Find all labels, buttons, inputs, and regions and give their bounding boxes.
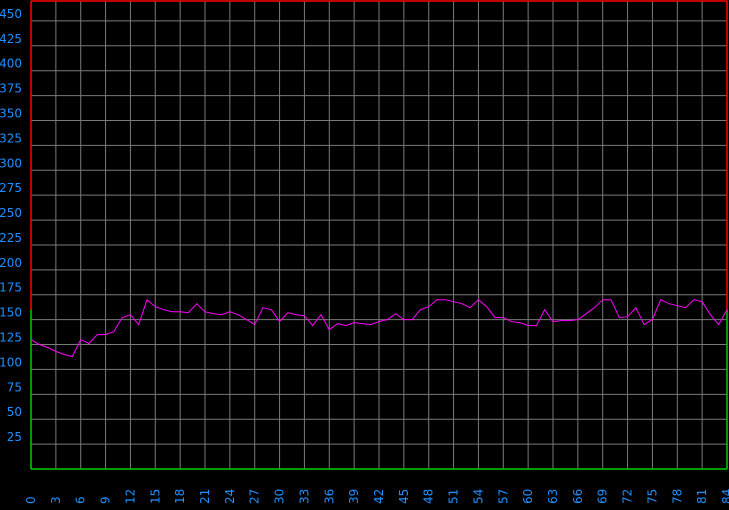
y-tick-label: 275: [0, 181, 22, 195]
x-tick-label: 84: [720, 489, 729, 504]
y-tick-label: 125: [0, 331, 22, 345]
x-tick-label: 75: [645, 489, 659, 504]
x-tick-label: 3: [49, 496, 63, 504]
x-tick-label: 78: [670, 489, 684, 504]
y-tick-label: 75: [7, 380, 22, 394]
x-tick-label: 6: [74, 496, 88, 504]
x-tick-label: 21: [198, 489, 212, 504]
x-tick-label: 69: [596, 489, 610, 504]
y-axis-ticks: 25 50 75 100 125 150 175 200 225 250 275 300 325 350 3…: [0, 7, 22, 444]
y-tick-label: 325: [0, 131, 22, 145]
x-tick-label: 39: [347, 489, 361, 504]
y-tick-label: 450: [0, 7, 22, 21]
x-tick-label: 45: [397, 489, 411, 504]
x-tick-label: 42: [372, 489, 386, 504]
x-tick-label: 27: [248, 489, 262, 504]
x-tick-label: 30: [273, 489, 287, 504]
y-tick-label: 25: [7, 430, 22, 444]
x-tick-label: 57: [496, 489, 510, 504]
y-tick-label: 425: [0, 32, 22, 46]
line-chart: 25 50 75 100 125 150 175 200 225 250 275 300 325 350 3…: [0, 0, 729, 505]
x-tick-label: 12: [123, 489, 137, 504]
x-tick-label: 51: [447, 489, 461, 504]
y-tick-label: 200: [0, 256, 22, 270]
x-tick-label: 48: [422, 489, 436, 504]
chart-svg: 2550751001251501752002252502753003253503…: [0, 0, 729, 504]
y-tick-label: 225: [0, 231, 22, 245]
x-axis-ticks: 0 3 6 9 12 15 18 21 24 27 30 33 36 39 42 45 48 51 54 57 60 63…: [24, 489, 729, 504]
x-tick-label: 36: [322, 489, 336, 504]
y-tick-label: 250: [0, 206, 22, 220]
y-tick-label: 100: [0, 355, 22, 369]
y-tick-label: 375: [0, 82, 22, 96]
y-tick-label: 150: [0, 306, 22, 320]
grid: [30, 1, 728, 469]
x-tick-label: 81: [695, 489, 709, 504]
y-tick-label: 175: [0, 281, 22, 295]
x-tick-label: 15: [148, 489, 162, 504]
x-tick-label: 66: [571, 489, 585, 504]
x-tick-label: 60: [521, 489, 535, 504]
x-tick-label: 9: [99, 496, 113, 504]
y-tick-label: 300: [0, 156, 22, 170]
x-tick-label: 33: [297, 489, 311, 504]
x-tick-label: 72: [621, 489, 635, 504]
y-tick-label: 400: [0, 57, 22, 71]
y-tick-label: 350: [0, 106, 22, 120]
x-tick-label: 18: [173, 489, 187, 504]
y-tick-label: 50: [7, 405, 22, 419]
x-tick-label: 54: [471, 489, 485, 504]
x-tick-label: 0: [24, 496, 38, 504]
x-tick-label: 63: [546, 489, 560, 504]
x-tick-label: 24: [223, 489, 237, 504]
